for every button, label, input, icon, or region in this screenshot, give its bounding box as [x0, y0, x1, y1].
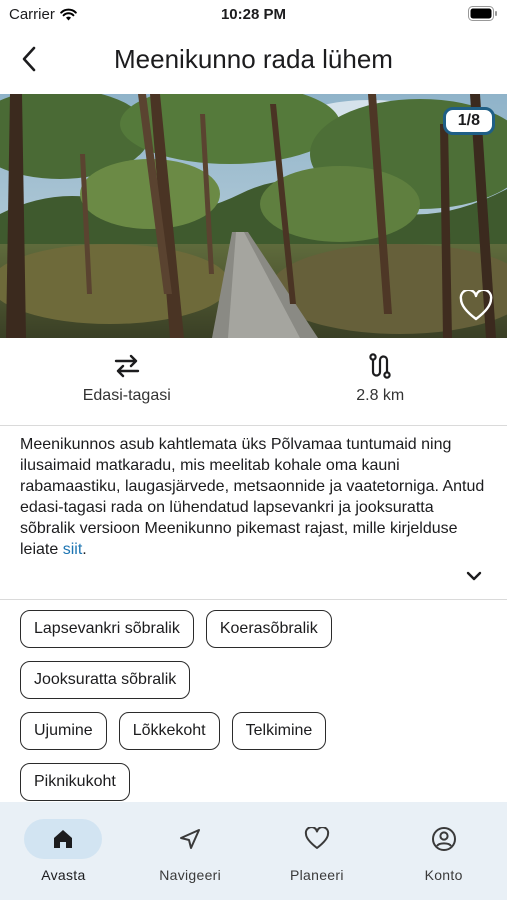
- image-counter-badge: 1/8: [442, 107, 495, 135]
- tag-row: Jooksuratta sõbralik: [20, 661, 490, 699]
- trail-photo-carousel[interactable]: 1/8: [0, 94, 507, 338]
- tag-chip[interactable]: Koerasõbralik: [205, 610, 332, 648]
- navigation-arrow-icon: [180, 829, 201, 849]
- nav-label: Avasta: [41, 867, 86, 883]
- nav-icon-wrap: [278, 819, 356, 859]
- description-text: Meenikunnos asub kahtlemata üks Põlvamaa…: [20, 436, 485, 558]
- nav-label: Konto: [424, 867, 463, 883]
- nav-avasta[interactable]: Avasta: [0, 802, 127, 900]
- nav-active-indicator: [24, 819, 103, 859]
- home-icon: [54, 830, 73, 848]
- chevron-down-icon[interactable]: [462, 564, 486, 588]
- battery-icon: [468, 6, 497, 21]
- nav-konto[interactable]: Konto: [380, 802, 507, 900]
- top-app-bar: Meenikunno rada lühem: [0, 30, 507, 94]
- tag-chip[interactable]: Lõkkekoht: [118, 712, 220, 750]
- divider: [0, 599, 507, 600]
- page-title: Meenikunno rada lühem: [114, 44, 393, 74]
- nav-label: Planeeri: [289, 867, 344, 883]
- trail-stats: Edasi-tagasi 2.8 km: [0, 338, 507, 426]
- nav-navigeeri[interactable]: Navigeeri: [127, 802, 254, 900]
- trail-photo: [0, 94, 507, 338]
- account-icon: [431, 827, 456, 851]
- stat-distance: 2.8 km: [254, 338, 507, 425]
- nav-label: Navigeeri: [159, 867, 222, 883]
- nav-icon-wrap: [151, 819, 229, 859]
- stat-direction: Edasi-tagasi: [0, 338, 254, 425]
- tag-row: Ujumine Lõkkekoht Telkimine: [20, 712, 490, 750]
- arrows-left-right-icon: [114, 354, 139, 378]
- stat-distance-label: 2.8 km: [356, 387, 405, 404]
- tag-chip[interactable]: Piknikukoht: [20, 763, 130, 801]
- back-button[interactable]: [14, 44, 44, 74]
- tag-row: Lapsevankri sõbralik Koerasõbralik: [20, 610, 490, 648]
- description-link[interactable]: siit: [63, 541, 83, 558]
- trail-tags: Lapsevankri sõbralik Koerasõbralik Jooks…: [20, 610, 490, 814]
- heart-outline-icon[interactable]: [459, 290, 493, 322]
- nav-planeeri[interactable]: Planeeri: [254, 802, 381, 900]
- heart-icon: [304, 827, 329, 849]
- tag-chip[interactable]: Telkimine: [231, 712, 327, 750]
- tag-row: Piknikukoht: [20, 763, 490, 801]
- route-icon: [369, 353, 391, 379]
- tag-chip[interactable]: Lapsevankri sõbralik: [20, 610, 194, 648]
- tag-chip[interactable]: Jooksuratta sõbralik: [20, 661, 191, 699]
- clock: 10:28 PM: [220, 6, 287, 23]
- trail-description: Meenikunnos asub kahtlemata üks Põlvamaa…: [20, 434, 490, 560]
- status-bar: Carrier 10:28 PM: [0, 0, 507, 30]
- bottom-navigation: Avasta Navigeeri Planeeri Konto: [0, 802, 507, 900]
- description-end: .: [82, 541, 87, 558]
- tag-chip[interactable]: Ujumine: [20, 712, 107, 750]
- chevron-left-icon: [22, 46, 36, 72]
- nav-icon-wrap: [405, 819, 483, 859]
- stat-direction-label: Edasi-tagasi: [82, 387, 171, 404]
